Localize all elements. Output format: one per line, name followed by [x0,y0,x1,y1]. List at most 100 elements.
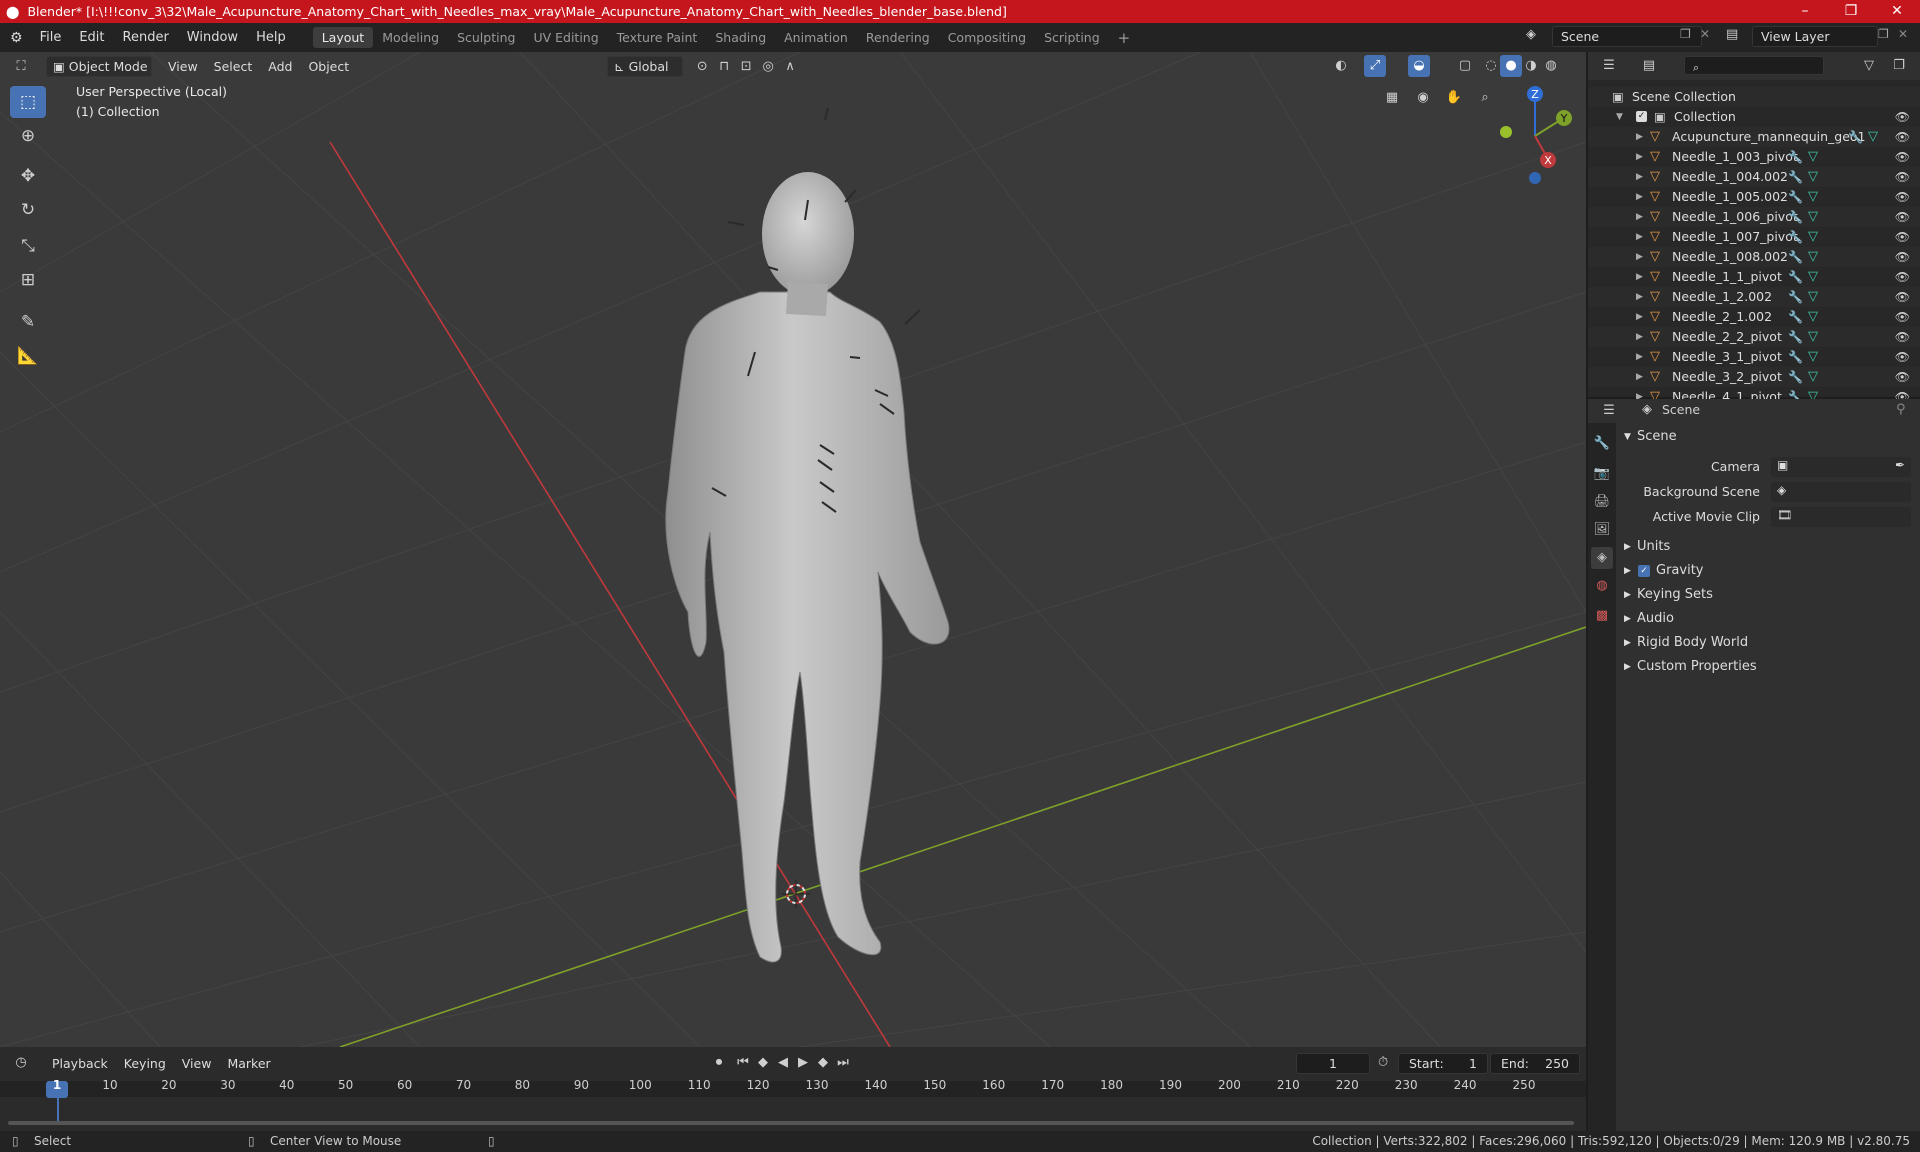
outliner-object-row[interactable]: ▶ ▽ Needle_1_005.002 🔧 ▽ 👁 [1588,187,1920,207]
end-frame-field[interactable]: End: 250 [1490,1053,1580,1074]
camera-view-icon[interactable]: ◉ [1412,87,1434,109]
snap-icon[interactable]: ⊓ [713,56,735,78]
new-scene-icon[interactable]: ❐ [1680,27,1691,41]
gravity-checkbox[interactable]: ✓ [1638,565,1650,577]
scene-selector-icon[interactable]: ◈ [1526,27,1536,42]
select-box-tool-icon[interactable]: ⬚ [10,86,46,118]
expand-triangle-icon[interactable]: ▶ [1636,307,1643,327]
timeline-menu-view[interactable]: View [174,1054,220,1073]
outliner-object-row[interactable]: ▶ ▽ Needle_1_004.002 🔧 ▽ 👁 [1588,167,1920,187]
background-scene-field[interactable]: ◈ [1771,482,1911,502]
visibility-eye-icon[interactable]: 👁 [1895,267,1910,287]
properties-editor-type-icon[interactable]: ☰ [1598,400,1620,422]
outliner-row-collection[interactable]: ▼ ✓ ▣ Collection 👁 [1588,107,1920,127]
tab-texture-paint[interactable]: Texture Paint [608,27,707,48]
modifier-wrench-icon[interactable]: 🔧 [1788,227,1803,247]
tab-uv-editing[interactable]: UV Editing [524,27,607,48]
outliner-search-input[interactable]: ⌕ [1684,56,1824,75]
viewport-menu-add[interactable]: Add [260,57,300,76]
visibility-eye-icon[interactable]: 👁 [1895,247,1910,267]
tab-sculpting[interactable]: Sculpting [448,27,524,48]
section-audio[interactable]: ▶ Audio [1616,607,1920,631]
new-collection-icon[interactable]: ❐ [1888,55,1910,77]
mesh-data-icon[interactable]: ▽ [1808,147,1818,167]
minimize-button[interactable]: – [1782,0,1828,23]
snap-target-icon[interactable]: ⊡ [735,56,757,78]
tool-tab-icon[interactable]: 🔧 [1591,433,1613,455]
modifier-wrench-icon[interactable]: 🔧 [1788,347,1803,367]
restore-button[interactable]: ❐ [1828,0,1874,23]
tab-modeling[interactable]: Modeling [373,27,448,48]
visibility-eye-icon[interactable]: 👁 [1895,107,1910,127]
mode-dropdown[interactable]: ▣ Object Mode [46,56,152,77]
collection-checkbox[interactable]: ✓ [1636,111,1647,122]
wireframe-shading-icon[interactable]: ◌ [1480,55,1502,77]
scene-tab-icon[interactable]: ◈ [1591,547,1613,569]
material-shading-icon[interactable]: ◑ [1520,55,1542,77]
visibility-eye-icon[interactable]: 👁 [1895,327,1910,347]
delete-scene-icon[interactable]: ✕ [1700,27,1710,41]
timeline-menu-keying[interactable]: Keying [116,1054,174,1073]
transform-tool-icon[interactable]: ⊞ [10,264,46,296]
move-tool-icon[interactable]: ✥ [10,160,46,192]
measure-tool-icon[interactable]: 📐 [10,340,46,372]
pin-icon[interactable]: ⚲ [1896,402,1906,417]
outliner-object-row[interactable]: ▶ ▽ Needle_1_006_pivot 🔧 ▽ 👁 [1588,207,1920,227]
outliner-editor-type-icon[interactable]: ☰ [1598,55,1620,77]
tab-layout[interactable]: Layout [312,27,374,48]
tab-compositing[interactable]: Compositing [939,27,1035,48]
timeline-menu-playback[interactable]: Playback [44,1054,116,1073]
expand-triangle-icon[interactable]: ▶ [1636,147,1643,167]
expand-triangle-icon[interactable]: ▶ [1636,167,1643,187]
show-gizmo-icon[interactable]: ⤢ [1364,55,1386,77]
viewport-menu-select[interactable]: Select [206,57,261,76]
modifier-wrench-icon[interactable]: 🔧 [1848,127,1863,147]
timeline-editor-type-icon[interactable]: ◷ [10,1052,32,1074]
falloff-icon[interactable]: ∧ [779,56,801,78]
visibility-eye-icon[interactable]: 👁 [1895,187,1910,207]
menu-window[interactable]: Window [178,30,247,45]
show-overlays-icon[interactable]: ◒ [1408,55,1430,77]
modifier-wrench-icon[interactable]: 🔧 [1788,267,1803,287]
outliner-object-row[interactable]: ▶ ▽ Needle_2_2_pivot 🔧 ▽ 👁 [1588,327,1920,347]
acupuncture-mannequin-model[interactable] [665,107,950,963]
cursor-tool-icon[interactable]: ⊕ [10,120,46,152]
modifier-wrench-icon[interactable]: 🔧 [1788,367,1803,387]
modifier-wrench-icon[interactable]: 🔧 [1788,167,1803,187]
expand-triangle-icon[interactable]: ▶ [1636,247,1643,267]
world-tab-icon[interactable]: ◍ [1591,575,1613,597]
jump-end-icon[interactable]: ⏭ [832,1052,854,1074]
menu-help[interactable]: Help [247,30,295,45]
close-button[interactable]: ✕ [1874,0,1920,23]
viewport-menu-object[interactable]: Object [300,57,357,76]
filter-icon[interactable]: ▽ [1858,55,1880,77]
outliner-object-row[interactable]: ▶ ▽ Needle_1_007_pivot 🔧 ▽ 👁 [1588,227,1920,247]
section-units[interactable]: ▶ Units [1616,535,1920,559]
expand-triangle-icon[interactable]: ▶ [1636,207,1643,227]
toggle-grid-icon[interactable]: ▦ [1381,87,1403,109]
mesh-data-icon[interactable]: ▽ [1868,127,1878,147]
outliner-object-row[interactable]: ▶ ▽ Needle_2_1.002 🔧 ▽ 👁 [1588,307,1920,327]
solid-shading-icon[interactable]: ● [1500,55,1522,77]
outliner-object-row[interactable]: ▶ ▽ Needle_1_2.002 🔧 ▽ 👁 [1588,287,1920,307]
record-icon[interactable]: ⏺ [708,1052,730,1074]
section-rigid-body-world[interactable]: ▶ Rigid Body World [1616,631,1920,655]
display-mode-icon[interactable]: ▤ [1638,55,1660,77]
prev-keyframe-icon[interactable]: ◆ [752,1052,774,1074]
visibility-eye-icon[interactable]: 👁 [1895,347,1910,367]
mesh-data-icon[interactable]: ▽ [1808,167,1818,187]
stopwatch-icon[interactable]: ⏱ [1378,1055,1388,1070]
mesh-data-icon[interactable]: ▽ [1808,347,1818,367]
camera-field[interactable]: ▣ ✒ [1771,457,1911,477]
pivot-point-icon[interactable]: ⊙ [691,56,713,78]
xray-icon[interactable]: ▢ [1454,55,1476,77]
outliner-object-row[interactable]: ▶ ▽ Needle_1_003_pivot 🔧 ▽ 👁 [1588,147,1920,167]
visibility-icon[interactable]: ◐ [1330,55,1352,77]
expand-triangle-icon[interactable]: ▶ [1636,347,1643,367]
rotate-tool-icon[interactable]: ↻ [10,194,46,226]
tab-animation[interactable]: Animation [775,27,857,48]
menu-render[interactable]: Render [114,30,178,45]
annotate-tool-icon[interactable]: ✎ [10,306,46,338]
expand-triangle-icon[interactable]: ▶ [1636,287,1643,307]
mesh-data-icon[interactable]: ▽ [1808,207,1818,227]
